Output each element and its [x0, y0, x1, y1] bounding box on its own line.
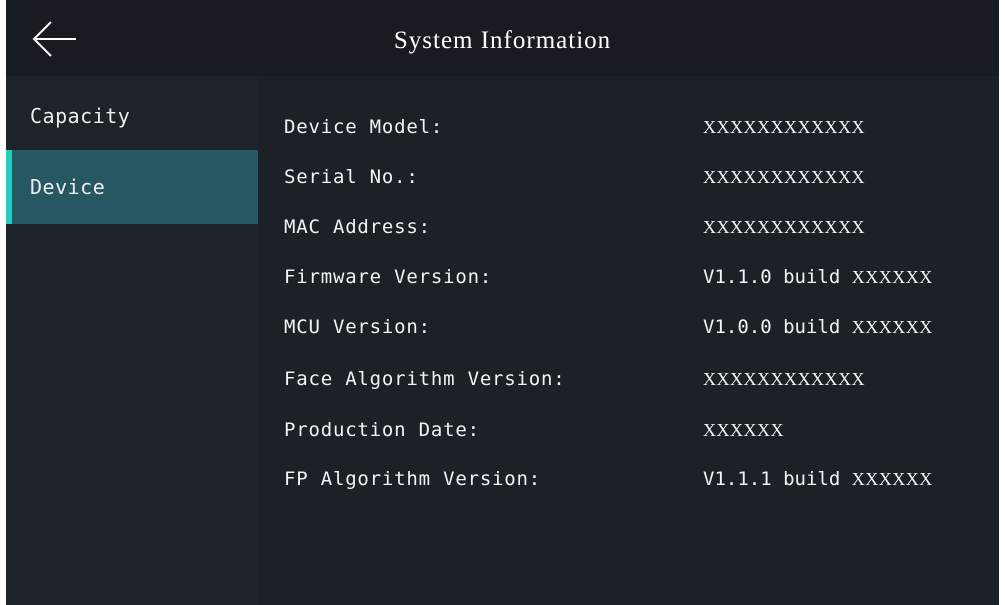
info-row-mcu-version: MCU Version: V1.0.0 build XXXXXX	[258, 302, 999, 352]
selected-indicator	[6, 150, 12, 224]
info-row-serial-no: Serial No.: XXXXXXXXXXXX	[258, 152, 999, 202]
info-label: MCU Version:	[284, 316, 431, 338]
info-row-face-algorithm-version: Face Algorithm Version: XXXXXXXXXXXX	[258, 354, 999, 404]
build-number: XXXXXX	[851, 469, 933, 489]
info-label: Serial No.:	[284, 166, 419, 188]
info-value: XXXXXXXXXXXX	[703, 217, 865, 237]
info-value: XXXXXXXXXXXX	[703, 167, 865, 187]
info-row-mac-address: MAC Address: XXXXXXXXXXXX	[258, 202, 999, 252]
device-screen: System Information Capacity Device Devic…	[6, 0, 999, 605]
info-label: FP Algorithm Version:	[284, 468, 542, 490]
info-value: XXXXXXXXXXXX	[703, 117, 865, 137]
sidebar-item-label: Capacity	[30, 104, 131, 128]
info-label: Device Model:	[284, 116, 444, 138]
info-value: XXXXXX	[703, 420, 784, 440]
info-value: V1.1.1 build XXXXXX	[703, 454, 933, 504]
info-value: V1.1.0 build XXXXXX	[703, 252, 933, 302]
info-row-fp-algorithm-version: FP Algorithm Version: V1.1.1 build XXXXX…	[258, 454, 999, 504]
info-value: V1.0.0 build XXXXXX	[703, 302, 933, 352]
title-bar: System Information	[6, 0, 999, 76]
version-prefix: V1.1.1 build	[703, 468, 841, 490]
page-title: System Information	[393, 27, 612, 54]
version-prefix: V1.0.0 build	[703, 316, 841, 338]
info-label: Production Date:	[284, 419, 480, 441]
device-info-panel: Device Model: XXXXXXXXXXXX Serial No.: X…	[258, 76, 999, 605]
info-label: MAC Address:	[284, 216, 431, 238]
build-number: XXXXXX	[851, 317, 933, 337]
info-row-production-date: Production Date: XXXXXX	[258, 405, 999, 455]
info-value: XXXXXXXXXXXX	[703, 369, 865, 389]
sidebar-item-label: Device	[30, 175, 106, 199]
build-number: XXXXXX	[851, 267, 933, 287]
sidebar-item-capacity[interactable]: Capacity	[6, 76, 258, 150]
info-row-device-model: Device Model: XXXXXXXXXXXX	[258, 102, 999, 152]
sidebar: Capacity Device	[6, 76, 258, 605]
info-label: Firmware Version:	[284, 266, 493, 288]
info-row-firmware-version: Firmware Version: V1.1.0 build XXXXXX	[258, 252, 999, 302]
sidebar-item-device[interactable]: Device	[6, 150, 258, 224]
info-label: Face Algorithm Version:	[284, 368, 566, 390]
version-prefix: V1.1.0 build	[703, 266, 841, 288]
